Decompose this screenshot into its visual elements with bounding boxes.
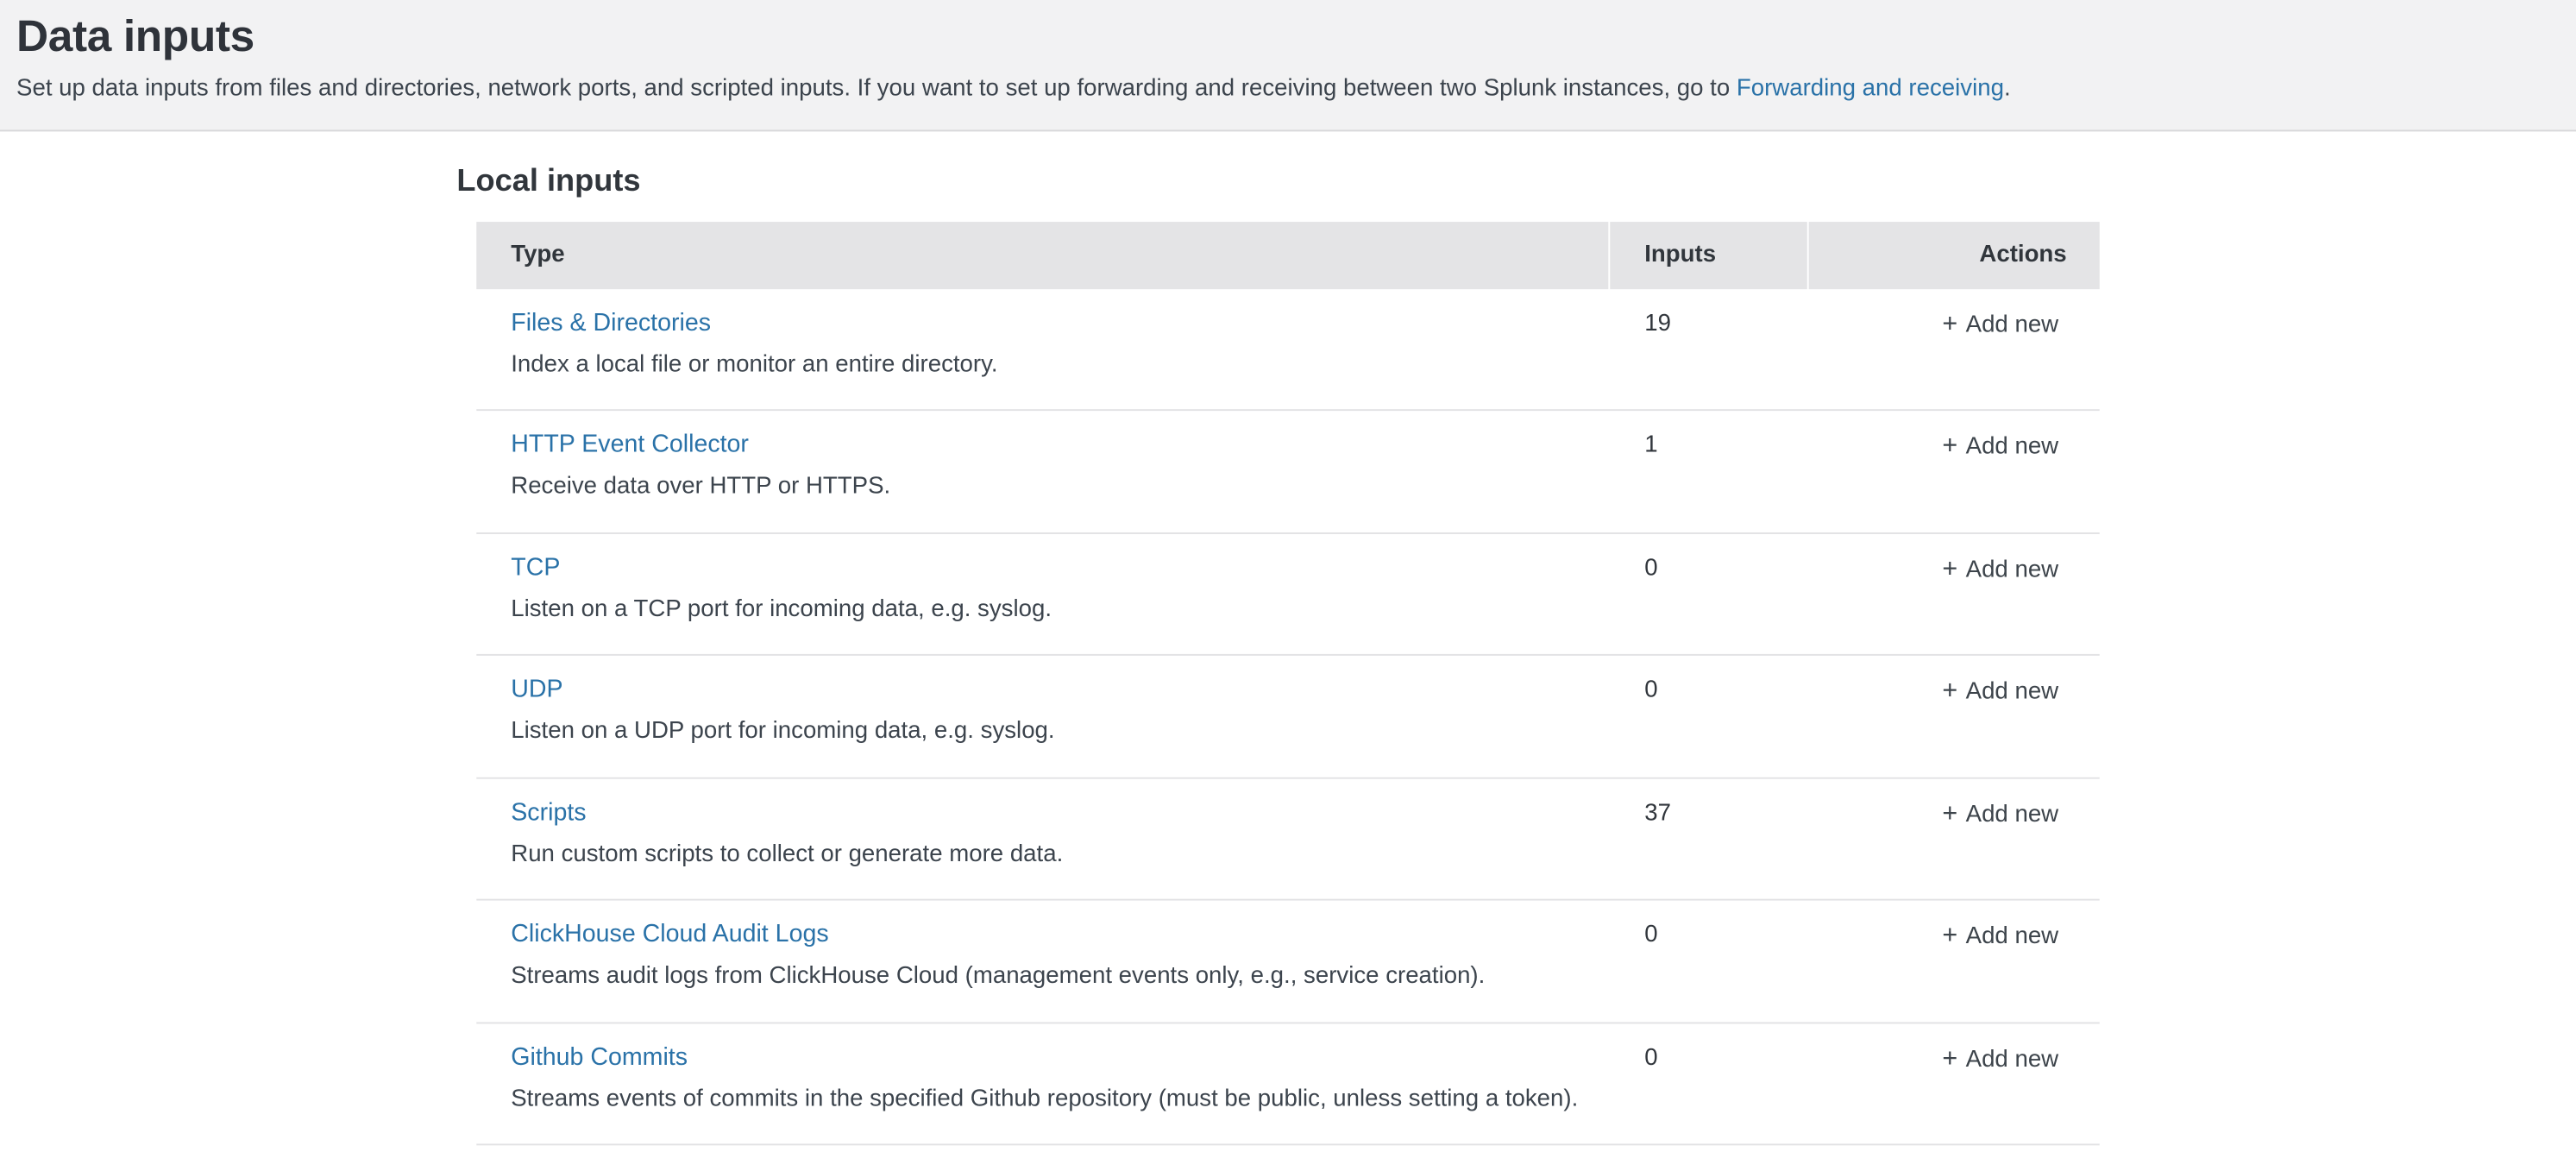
actions-cell: + Add new <box>1807 431 2100 511</box>
input-type-link[interactable]: Files & Directories <box>511 309 711 337</box>
plus-icon: + <box>1942 677 1957 707</box>
add-new-link[interactable]: + Add new <box>1942 1047 2058 1073</box>
input-type-description: Run custom scripts to collect or generat… <box>511 840 1610 871</box>
plus-icon: + <box>1942 555 1957 584</box>
actions-cell: + Add new <box>1807 676 2100 755</box>
plus-icon: + <box>1942 1045 1957 1074</box>
inputs-count: 0 <box>1610 676 1807 755</box>
input-type-link[interactable]: Github Commits <box>511 1043 688 1071</box>
actions-cell: + Add new <box>1807 309 2100 388</box>
add-new-link[interactable]: + Add new <box>1942 557 2058 582</box>
table-row: Files & Directories Index a local file o… <box>476 289 2099 412</box>
data-inputs-page: Data inputs Set up data inputs from file… <box>0 0 2576 1152</box>
page-subtitle: Set up data inputs from files and direct… <box>16 74 2543 105</box>
input-type-link[interactable]: Scripts <box>511 798 586 826</box>
add-new-link[interactable]: + Add new <box>1942 312 2058 338</box>
table-row: TCP Listen on a TCP port for incoming da… <box>476 534 2099 657</box>
plus-icon: + <box>1942 922 1957 952</box>
inputs-count: 19 <box>1610 309 1807 388</box>
actions-cell: + Add new <box>1807 553 2100 633</box>
plus-icon: + <box>1942 311 1957 340</box>
column-header-type: Type <box>476 222 1608 289</box>
input-type-link[interactable]: HTTP Event Collector <box>511 431 749 459</box>
input-type-link[interactable]: ClickHouse Cloud Audit Logs <box>511 921 828 948</box>
table-row: ClickHouse Cloud Audit Logs Streams audi… <box>476 901 2099 1023</box>
add-new-label: Add new <box>1966 802 2058 828</box>
forwarding-and-receiving-link[interactable]: Forwarding and receiving <box>1737 76 2004 102</box>
table-header-row: Type Inputs Actions <box>476 222 2099 289</box>
type-cell: Files & Directories Index a local file o… <box>476 309 1610 388</box>
inputs-count: 0 <box>1610 553 1807 633</box>
subtitle-text-period: . <box>2004 76 2011 102</box>
add-new-label: Add new <box>1966 1047 2058 1073</box>
page-title: Data inputs <box>16 11 2543 62</box>
add-new-label: Add new <box>1966 679 2058 705</box>
add-new-link[interactable]: + Add new <box>1942 802 2058 828</box>
input-type-description: Streams audit logs from ClickHouse Cloud… <box>511 962 1610 993</box>
table-row: UDP Listen on a UDP port for incoming da… <box>476 656 2099 778</box>
actions-cell: + Add new <box>1807 921 2100 1000</box>
add-new-label: Add new <box>1966 924 2058 950</box>
type-cell: HTTP Event Collector Receive data over H… <box>476 431 1610 511</box>
table-row: HTTP Event Collector Receive data over H… <box>476 412 2099 534</box>
add-new-link[interactable]: + Add new <box>1942 924 2058 950</box>
add-new-label: Add new <box>1966 557 2058 582</box>
type-cell: TCP Listen on a TCP port for incoming da… <box>476 553 1610 633</box>
table-row: Scripts Run custom scripts to collect or… <box>476 778 2099 901</box>
type-cell: Scripts Run custom scripts to collect or… <box>476 798 1610 878</box>
subtitle-text: Set up data inputs from files and direct… <box>16 76 1737 102</box>
add-new-link[interactable]: + Add new <box>1942 679 2058 705</box>
inputs-count: 1 <box>1610 431 1807 511</box>
inputs-count: 0 <box>1610 921 1807 1000</box>
input-type-description: Receive data over HTTP or HTTPS. <box>511 472 1610 503</box>
table-row: Github Commits Streams events of commits… <box>476 1023 2099 1146</box>
inputs-count: 0 <box>1610 1043 1807 1123</box>
type-cell: UDP Listen on a UDP port for incoming da… <box>476 676 1610 755</box>
input-type-description: Listen on a UDP port for incoming data, … <box>511 717 1610 748</box>
input-type-description: Index a local file or monitor an entire … <box>511 349 1610 381</box>
type-cell: Github Commits Streams events of commits… <box>476 1043 1610 1123</box>
add-new-label: Add new <box>1966 434 2058 460</box>
input-type-link[interactable]: UDP <box>511 676 562 703</box>
input-type-link[interactable]: TCP <box>511 553 560 581</box>
type-cell: ClickHouse Cloud Audit Logs Streams audi… <box>476 921 1610 1000</box>
actions-cell: + Add new <box>1807 798 2100 878</box>
inputs-count: 37 <box>1610 798 1807 878</box>
main-content: Local inputs Type Inputs Actions Files &… <box>0 131 2576 1146</box>
local-inputs-table: Type Inputs Actions Files & Directories … <box>476 222 2099 1146</box>
add-new-link[interactable]: + Add new <box>1942 434 2058 460</box>
add-new-label: Add new <box>1966 312 2058 338</box>
input-type-description: Streams events of commits in the specifi… <box>511 1085 1610 1116</box>
inputs-table-body: Files & Directories Index a local file o… <box>476 289 2099 1146</box>
actions-cell: + Add new <box>1807 1043 2100 1123</box>
column-header-actions: Actions <box>1809 222 2100 289</box>
input-type-description: Listen on a TCP port for incoming data, … <box>511 595 1610 626</box>
page-header: Data inputs Set up data inputs from file… <box>0 0 2576 131</box>
plus-icon: + <box>1942 432 1957 462</box>
column-header-inputs: Inputs <box>1610 222 1807 289</box>
plus-icon: + <box>1942 800 1957 829</box>
local-inputs-heading: Local inputs <box>456 164 2576 200</box>
